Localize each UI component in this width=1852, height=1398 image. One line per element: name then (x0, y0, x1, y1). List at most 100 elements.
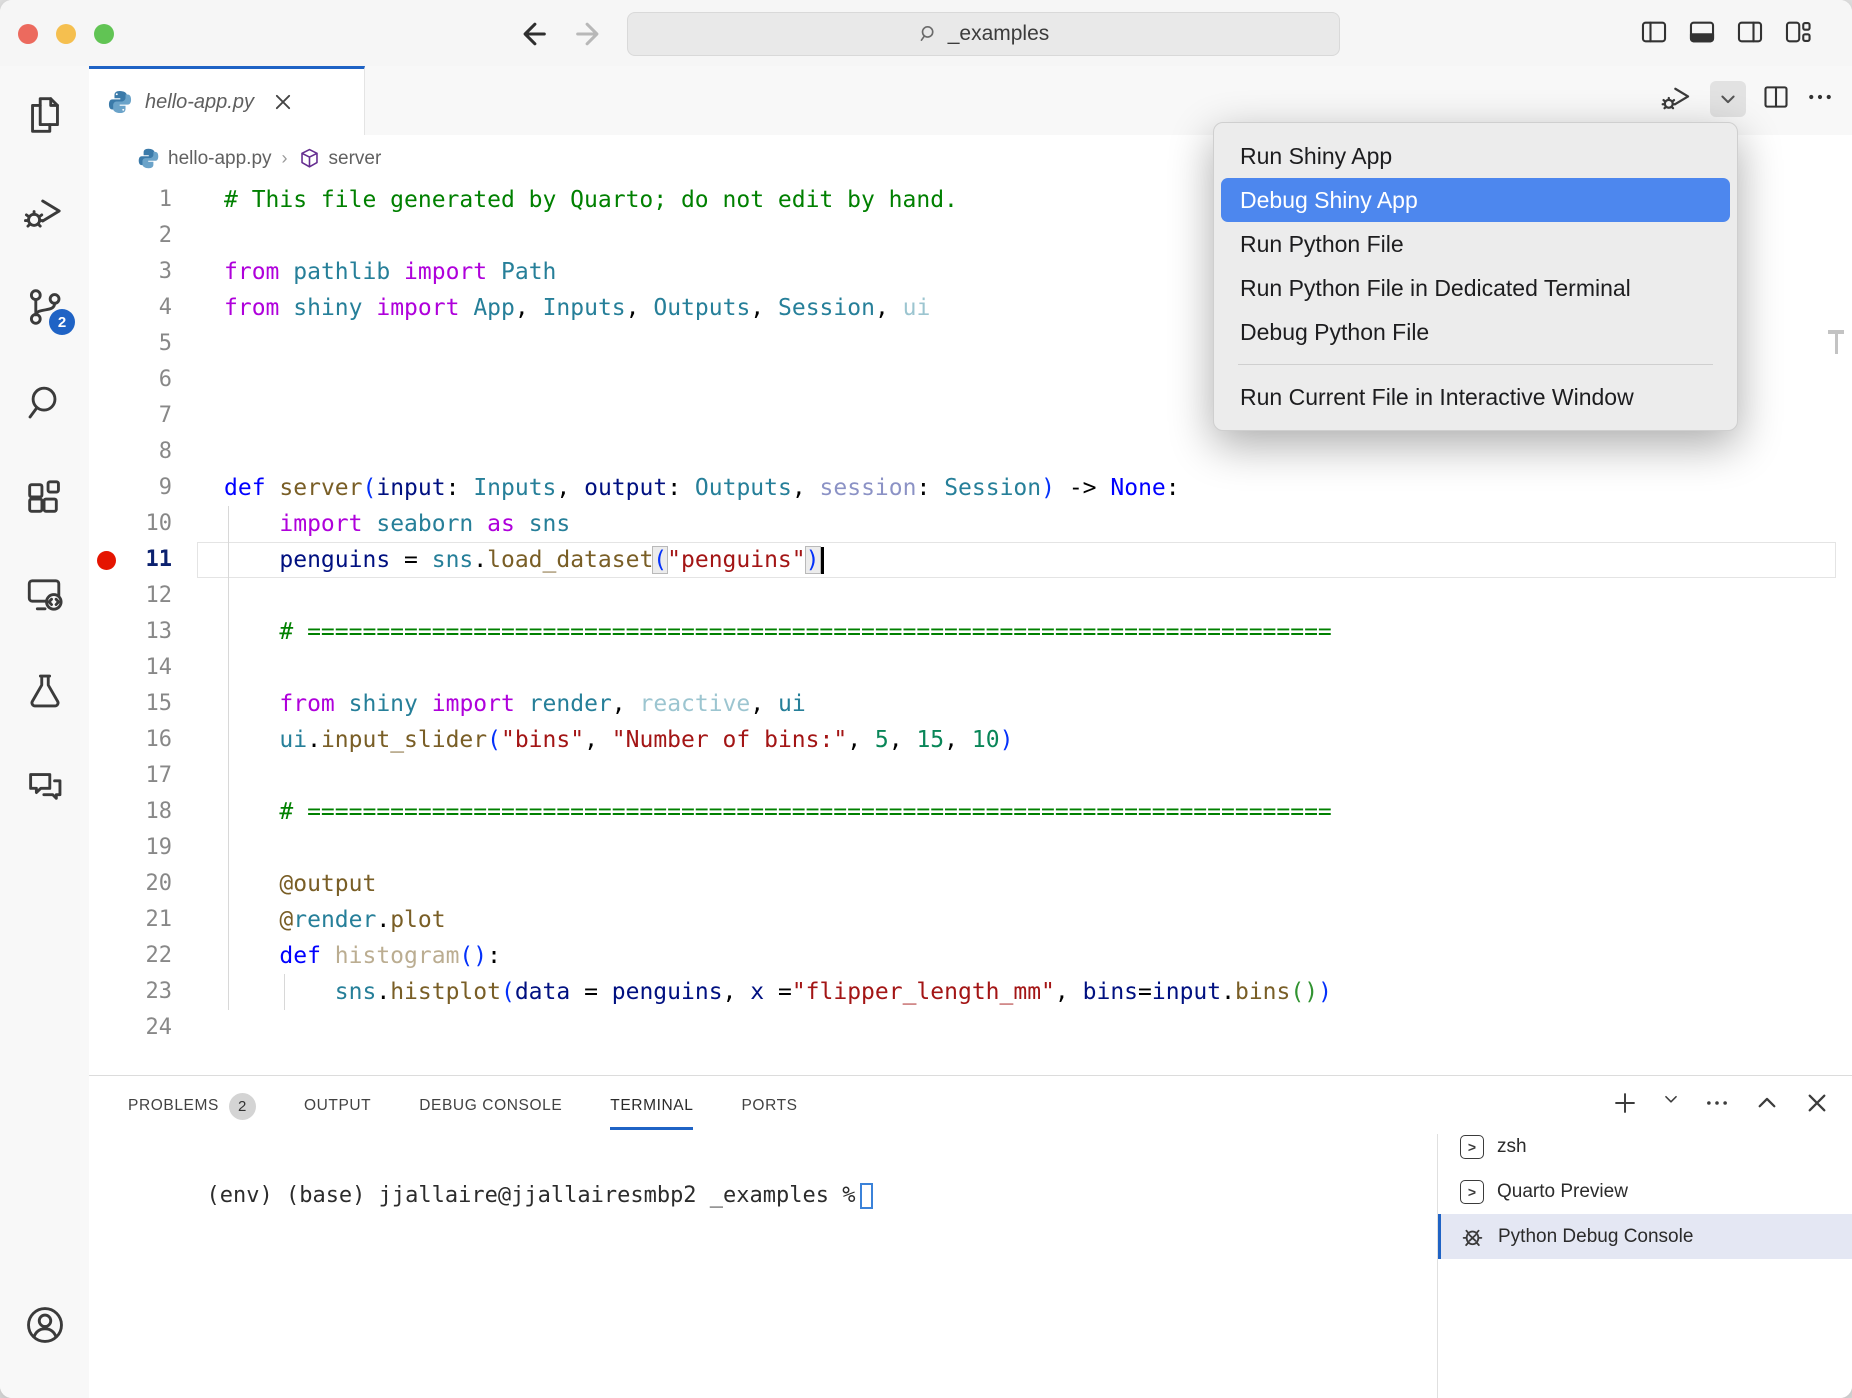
panel-tab-problems[interactable]: PROBLEMS2 (128, 1076, 256, 1136)
code-text: # This file generated by Quarto; do not … (224, 182, 958, 218)
line-number: 18 (89, 794, 172, 830)
line-number: 21 (89, 902, 172, 938)
beaker-icon (22, 668, 68, 714)
line-number: 7 (89, 398, 172, 434)
terminal-output[interactable]: (env) (base) jjallaire@jjallairesmbp2 _e… (127, 1158, 873, 1234)
editor-more-actions[interactable] (1806, 83, 1834, 116)
back-button[interactable] (518, 18, 550, 50)
line-number: 15 (89, 686, 172, 722)
activity-item-remote-explorer[interactable] (22, 572, 68, 618)
terminal-list-item-zsh[interactable]: >zsh (1438, 1124, 1852, 1169)
activity-item-source-control[interactable]: 2 (22, 284, 68, 330)
traffic-light-minimize[interactable] (56, 24, 76, 44)
line-number: 4 (89, 290, 172, 326)
terminal-list-item-python-debug-console[interactable]: Python Debug Console (1438, 1214, 1852, 1259)
line-number: 11 (89, 542, 172, 578)
code-line[interactable]: 8 (89, 434, 1852, 470)
toggle-primary-sidebar-icon[interactable] (1640, 18, 1668, 48)
maximize-panel-button[interactable] (1754, 1090, 1780, 1116)
split-editor-button[interactable] (1762, 83, 1790, 116)
account-button[interactable] (22, 1302, 68, 1348)
menu-item-run-python-file[interactable]: Run Python File (1221, 222, 1730, 266)
line-number: 17 (89, 758, 172, 794)
code-line[interactable]: 10 import seaborn as sns (89, 506, 1852, 542)
code-line[interactable]: 13 # ===================================… (89, 614, 1852, 650)
menu-item-run-shiny-app[interactable]: Run Shiny App (1221, 134, 1730, 178)
panel-tab-terminal[interactable]: TERMINAL (610, 1076, 693, 1136)
code-line[interactable]: 20 @output (89, 866, 1852, 902)
code-text: def server(input: Inputs, output: Output… (224, 470, 1180, 506)
breadcrumb-file[interactable]: hello-app.py (168, 148, 272, 170)
activity-item-testing[interactable] (22, 668, 68, 714)
files-icon (22, 92, 68, 138)
code-text: import seaborn as sns (224, 506, 570, 542)
traffic-light-maximize[interactable] (94, 24, 114, 44)
activity-item-search[interactable] (22, 380, 68, 426)
line-number: 3 (89, 254, 172, 290)
code-line[interactable]: 9 def server(input: Inputs, output: Outpu… (89, 470, 1852, 506)
code-line[interactable]: 21 @render.plot (89, 902, 1852, 938)
python-icon (107, 89, 133, 115)
indent-guide (284, 974, 285, 1010)
terminal-icon: > (1460, 1135, 1484, 1159)
menu-item-debug-python-file[interactable]: Debug Python File (1221, 310, 1730, 354)
breadcrumb-symbol[interactable]: server (329, 148, 382, 170)
menu-item-run-python-file-in-dedicated-terminal[interactable]: Run Python File in Dedicated Terminal (1221, 266, 1730, 310)
search-icon (918, 23, 940, 45)
code-text: from shiny import App, Inputs, Outputs, … (224, 290, 930, 326)
traffic-light-close[interactable] (18, 24, 38, 44)
terminal-list-item-quarto-preview[interactable]: >Quarto Preview (1438, 1169, 1852, 1214)
debug-bug-icon (1460, 1224, 1485, 1249)
code-text: from pathlib import Path (224, 254, 556, 290)
activity-item-extensions[interactable] (22, 476, 68, 522)
chevron-right-icon: › (280, 148, 290, 169)
vscode-window: _examples 2 (0, 0, 1852, 1398)
terminal-dropdown-chevron[interactable] (1662, 1090, 1680, 1116)
line-number: 5 (89, 326, 172, 362)
tab-label: hello-app.py (145, 91, 254, 114)
menu-item-debug-shiny-app[interactable]: Debug Shiny App (1221, 178, 1730, 222)
code-line[interactable]: 19 (89, 830, 1852, 866)
code-line[interactable]: 18 # ===================================… (89, 794, 1852, 830)
run-dropdown-chevron[interactable] (1710, 81, 1746, 117)
code-line[interactable]: 16 ui.input_slider("bins", "Number of bi… (89, 722, 1852, 758)
line-number: 22 (89, 938, 172, 974)
search-box[interactable]: _examples (627, 12, 1340, 56)
activity-item-explorer[interactable] (22, 92, 68, 138)
panel-toolbar (1612, 1090, 1830, 1116)
code-line[interactable]: 17 (89, 758, 1852, 794)
close-panel-button[interactable] (1804, 1090, 1830, 1116)
code-line[interactable]: 11 penguins = sns.load_dataset("penguins… (89, 542, 1852, 578)
panel-tab-ports[interactable]: PORTS (741, 1076, 797, 1136)
code-line[interactable]: 22 def histogram(): (89, 938, 1852, 974)
terminal-icon: > (1460, 1180, 1484, 1204)
remote-explorer-icon (22, 572, 68, 618)
terminal-prompt: (env) (base) jjallaire@jjallairesmbp2 _e… (206, 1183, 855, 1208)
toggle-panel-icon[interactable] (1688, 18, 1716, 48)
tab-hello-app[interactable]: hello-app.py (89, 66, 365, 135)
tab-close-icon[interactable] (272, 91, 294, 113)
panel-tab-debug-console[interactable]: DEBUG CONSOLE (419, 1076, 562, 1136)
line-number: 8 (89, 434, 172, 470)
line-number: 24 (89, 1010, 172, 1046)
activity-item-comments[interactable] (22, 764, 68, 810)
menu-item-run-current-file-in-interactive-window[interactable]: Run Current File in Interactive Window (1221, 375, 1730, 419)
panel-tab-output[interactable]: OUTPUT (304, 1076, 371, 1136)
line-number: 6 (89, 362, 172, 398)
code-text: ui.input_slider("bins", "Number of bins:… (224, 722, 1013, 758)
toggle-secondary-sidebar-icon[interactable] (1736, 18, 1764, 48)
activity-item-run-and-debug[interactable] (22, 188, 68, 234)
forward-button[interactable] (572, 18, 604, 50)
code-line[interactable]: 23 sns.histplot(data = penguins, x ="fli… (89, 974, 1852, 1010)
problems-badge: 2 (229, 1093, 256, 1120)
code-line[interactable]: 24 (89, 1010, 1852, 1046)
code-line[interactable]: 12 (89, 578, 1852, 614)
code-line[interactable]: 14 (89, 650, 1852, 686)
code-line[interactable]: 15 from shiny import render, reactive, u… (89, 686, 1852, 722)
customize-layout-icon[interactable] (1784, 18, 1812, 48)
line-number: 14 (89, 650, 172, 686)
panel-more-actions[interactable] (1704, 1090, 1730, 1116)
run-or-debug-button[interactable] (1660, 80, 1694, 119)
line-number: 9 (89, 470, 172, 506)
new-terminal-button[interactable] (1612, 1090, 1638, 1116)
